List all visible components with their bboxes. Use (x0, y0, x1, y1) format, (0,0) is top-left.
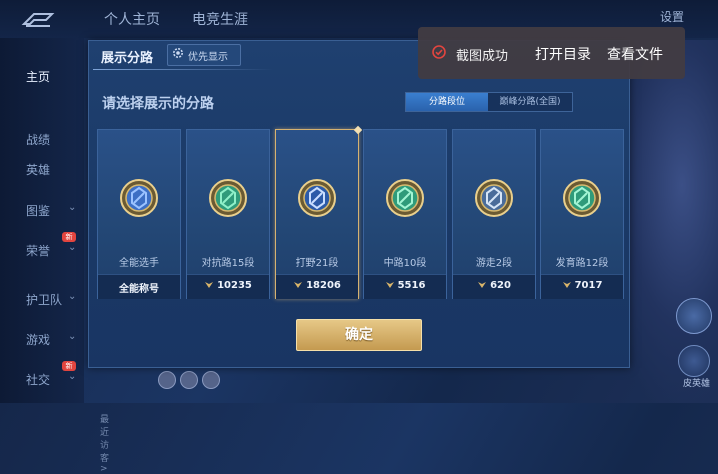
toast-message: 截图成功 (456, 49, 509, 64)
chevron-down-icon: ⌄ (68, 291, 77, 302)
lane-score-bar: 18206 (276, 274, 358, 299)
hero-badge-icon[interactable] (678, 345, 710, 377)
lane-card[interactable]: 发育路12段 7017 (540, 129, 624, 299)
clash-lane-emblem-icon (209, 179, 247, 217)
sidebar-item-label: 图鉴 (26, 204, 51, 218)
sidebar-item[interactable]: 战绩 (0, 125, 84, 153)
dialog-title: 展示分路 (101, 51, 154, 66)
back-logo-icon[interactable] (20, 10, 56, 30)
rank-badge-icon[interactable] (676, 298, 712, 334)
open-directory-link[interactable]: 打开目录 (535, 44, 591, 64)
lane-score-row: 7017 (541, 280, 623, 291)
lane-name: 打野21段 (295, 258, 339, 269)
lane-card[interactable]: 对抗路15段 10235 (186, 129, 270, 299)
confirm-button[interactable]: 确定 (296, 319, 422, 351)
lane-score-value: 620 (490, 280, 511, 291)
settings-button[interactable]: 设置 (660, 8, 684, 25)
sidebar-item-label: 荣誉 (26, 244, 51, 258)
sidebar-item[interactable]: 主页 (0, 62, 84, 90)
screenshot-toast: 截图成功 打开目录 查看文件 (418, 27, 685, 79)
sidebar-item-label: 社交 (26, 373, 51, 387)
lane-tabs: 分路段位 巅峰分路(全国) (405, 92, 573, 112)
sidebar-item[interactable]: 游戏 ⌄ (0, 325, 84, 353)
mid-lane-emblem-icon (386, 179, 424, 217)
tab-esports-career[interactable]: 电竞生涯 (192, 9, 248, 29)
sidebar-item[interactable]: 社交 ⌄ 新 (0, 361, 84, 393)
farm-lane-emblem-icon (563, 179, 601, 217)
chevron-down-icon: ⌄ (68, 331, 77, 342)
visitor-avatar[interactable] (180, 371, 198, 389)
lane-name: 对抗路15段 (201, 258, 255, 269)
power-medal-icon (294, 282, 303, 288)
recent-visitors-label[interactable]: 最近访客> (100, 412, 109, 474)
sidebar-item-label: 战绩 (26, 133, 51, 147)
lane-score-value: 10235 (217, 280, 252, 291)
new-badge: 新 (62, 232, 76, 242)
all-round-emblem-icon (120, 179, 158, 217)
view-file-link[interactable]: 查看文件 (607, 44, 663, 64)
lane-score-row: 5516 (364, 280, 446, 291)
power-medal-icon (385, 282, 394, 288)
visitor-avatar[interactable] (202, 371, 220, 389)
chevron-down-icon: ⌄ (68, 371, 77, 382)
power-medal-icon (562, 282, 571, 288)
lane-score-value: 18206 (306, 280, 341, 291)
visitor-avatar[interactable] (158, 371, 176, 389)
hero-badge-label: 皮英雄 (682, 379, 710, 389)
power-medal-icon (205, 282, 214, 288)
success-check-icon (432, 45, 446, 59)
sidebar-item[interactable]: 护卫队 ⌄ (0, 285, 84, 313)
power-medal-icon (478, 282, 487, 288)
sidebar-item-label: 英雄 (26, 163, 51, 177)
priority-display-button[interactable]: 优先显示 (167, 44, 241, 66)
lane-name: 中路10段 (383, 258, 427, 269)
lane-score-row: 620 (453, 280, 535, 291)
chevron-down-icon: ⌄ (68, 202, 77, 213)
lane-score-value: 7017 (574, 280, 603, 291)
lane-score-bar: 7017 (541, 274, 623, 299)
lane-score-row: 18206 (276, 280, 358, 291)
tab-lane-rank[interactable]: 分路段位 (406, 93, 488, 111)
new-badge: 新 (62, 361, 76, 371)
dialog-subtitle: 请选择展示的分路 (102, 96, 214, 112)
lane-score-bar: 5516 (364, 274, 446, 299)
tab-personal-home[interactable]: 个人主页 (104, 9, 160, 29)
lane-card[interactable]: 打野21段 18206 (275, 125, 363, 299)
selected-corner-mark (353, 125, 363, 135)
sidebar-item[interactable]: 图鉴 ⌄ (0, 196, 84, 224)
lane-name: 发育路12段 (555, 258, 609, 269)
lane-score-row: 10235 (187, 280, 269, 291)
lane-score-bar: 10235 (187, 274, 269, 299)
tab-peak-lane[interactable]: 巅峰分路(全国) (488, 93, 572, 111)
gear-icon (173, 48, 183, 58)
lane-name: 全能选手 (119, 258, 159, 269)
lane-card[interactable]: 全能选手 全能称号 (97, 129, 181, 299)
chevron-down-icon: ⌄ (68, 242, 77, 253)
sidebar-item[interactable]: 英雄 (0, 155, 84, 183)
display-lane-dialog: 展示分路 优先显示 请选择展示的分路 分路段位 巅峰分路(全国) 全能选手全能称… (88, 40, 630, 368)
lane-score-value: 全能称号 (119, 284, 159, 295)
roam-emblem-icon (475, 179, 513, 217)
lane-card[interactable]: 游走2段 620 (452, 129, 536, 299)
lane-score-row: 全能称号 (98, 280, 180, 295)
lane-score-bar: 全能称号 (98, 274, 180, 299)
lane-score-bar: 620 (453, 274, 535, 299)
lane-name: 游走2段 (475, 258, 513, 269)
lane-score-value: 5516 (397, 280, 426, 291)
jungle-emblem-icon (298, 179, 336, 217)
priority-display-label: 优先显示 (188, 52, 228, 63)
sidebar-item-label: 游戏 (26, 333, 51, 347)
title-divider (93, 69, 273, 70)
sidebar-item-label: 护卫队 (26, 293, 63, 307)
sidebar: 主页 战绩 英雄 图鉴 ⌄ 荣誉 ⌄ 新护卫队 ⌄ 游戏 ⌄ 社交 ⌄ 新 最近访客> (0, 38, 109, 474)
sidebar-item-label: 主页 (26, 70, 51, 84)
sidebar-item[interactable]: 荣誉 ⌄ 新 (0, 232, 84, 264)
lane-card[interactable]: 中路10段 5516 (363, 129, 447, 299)
